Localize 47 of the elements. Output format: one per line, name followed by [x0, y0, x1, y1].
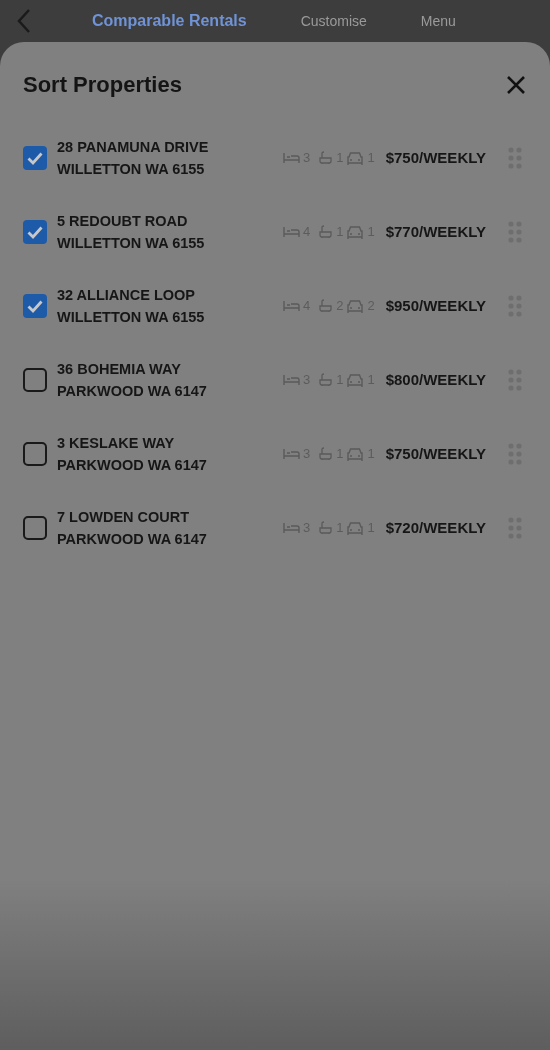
car-icon — [346, 520, 365, 536]
bed-icon — [282, 374, 300, 386]
bath-icon — [318, 447, 334, 461]
bath-icon — [318, 299, 334, 313]
weekly-price: $800/WEEKLY — [385, 369, 486, 390]
street-address: 3 KESLAKE WAY — [57, 434, 176, 453]
weekly-price: $750/WEEKLY — [385, 147, 486, 168]
car-icon — [346, 372, 365, 388]
nav-tab[interactable]: Menu — [420, 10, 456, 32]
weekly-price: $770/WEEKLY — [385, 221, 486, 242]
bed-icon — [282, 522, 300, 534]
street-address: 28 PANAMUNA DRIVE — [57, 138, 210, 157]
street-address: 5 REDOUBT ROAD — [57, 212, 189, 231]
bed-icon — [282, 226, 300, 238]
bath-icon — [318, 225, 334, 239]
suburb: WILLETTON WA 6155 — [57, 234, 206, 253]
nav-tab[interactable]: Customise — [300, 10, 367, 32]
sheet-title: Sort Properties — [23, 71, 182, 99]
checkbox[interactable] — [23, 220, 47, 244]
bath-icon — [318, 151, 334, 165]
suburb: PARKWOOD WA 6147 — [57, 456, 208, 475]
car-icon — [346, 446, 365, 462]
suburb: PARKWOOD WA 6147 — [57, 530, 208, 549]
bed-icon — [282, 448, 300, 460]
street-address: 7 LOWDEN COURT — [57, 508, 191, 527]
bath-icon — [318, 373, 334, 387]
suburb: WILLETTON WA 6155 — [57, 160, 206, 179]
checkbox[interactable] — [23, 516, 47, 540]
car-icon — [346, 224, 365, 240]
car-icon — [346, 298, 365, 314]
bed-icon — [282, 152, 300, 164]
bed-icon — [282, 300, 300, 312]
nav-tab[interactable]: Comparable Rentals — [92, 9, 247, 33]
checkbox[interactable] — [23, 146, 47, 170]
weekly-price: $950/WEEKLY — [385, 295, 486, 316]
car-icon — [346, 150, 365, 166]
bath-icon — [318, 521, 334, 535]
street-address: 36 BOHEMIA WAY — [57, 360, 182, 379]
checkbox[interactable] — [23, 442, 47, 466]
close-icon[interactable] — [506, 74, 526, 95]
suburb: PARKWOOD WA 6147 — [57, 382, 208, 401]
suburb: WILLETTON WA 6155 — [57, 308, 206, 327]
weekly-price: $720/WEEKLY — [385, 517, 486, 538]
street-address: 32 ALLIANCE LOOP — [57, 286, 197, 305]
checkbox[interactable] — [23, 368, 47, 392]
checkbox[interactable] — [23, 294, 47, 318]
weekly-price: $750/WEEKLY — [385, 443, 486, 464]
